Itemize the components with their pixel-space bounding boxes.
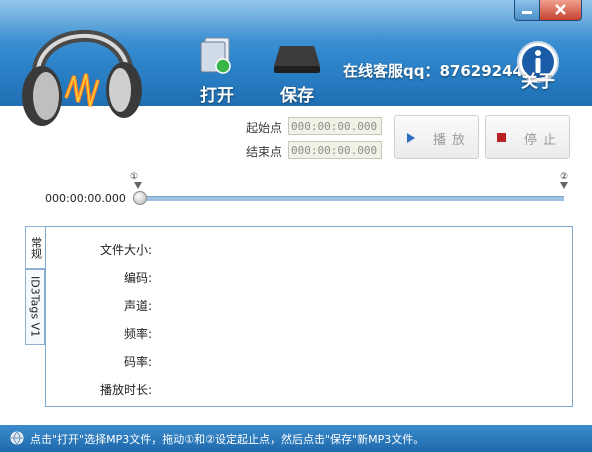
globe-icon — [10, 431, 24, 448]
current-time: 000:00:00.000 — [45, 192, 126, 205]
about-button[interactable]: 关于 — [514, 40, 562, 92]
channel-label: 声道: — [123, 299, 152, 313]
tab-id3tags-v1[interactable]: ID3Tags V1 — [25, 269, 45, 345]
end-marker[interactable]: ② — [560, 172, 568, 190]
close-button[interactable] — [539, 0, 582, 21]
start-marker[interactable]: ① — [130, 172, 142, 190]
frequency-label: 频率: — [123, 327, 152, 341]
minimize-button[interactable] — [514, 0, 540, 21]
online-service-text: 在线客服qq：876292449 — [343, 62, 534, 80]
app-window: 打开 保存 在线客服qq：876292449 关于 起始点 000:00:00.… — [0, 0, 592, 452]
encoding-label: 编码: — [123, 271, 152, 285]
play-button[interactable]: 播放 — [394, 115, 479, 159]
status-text: 点击"打开"选择MP3文件，拖动①和②设定起止点，然后点击"保存"新MP3文件。 — [30, 433, 425, 446]
seek-knob[interactable] — [133, 191, 147, 205]
seek-track[interactable] — [141, 196, 564, 201]
start-point-label: 起始点 — [246, 121, 283, 135]
headphones-logo-icon — [18, 18, 148, 128]
open-button[interactable]: 打开 — [188, 36, 246, 106]
end-point-field[interactable]: 000:00:00.000 — [288, 141, 382, 159]
marker-arrow-icon — [560, 182, 568, 189]
bitrate-label: 码率: — [123, 355, 152, 369]
open-label: 打开 — [200, 86, 234, 106]
status-bar: 点击"打开"选择MP3文件，拖动①和②设定起止点，然后点击"保存"新MP3文件。 — [0, 425, 592, 452]
tab-general[interactable]: 常规 — [25, 226, 45, 269]
open-file-icon — [188, 36, 246, 79]
marker-arrow-icon — [134, 182, 142, 189]
minimize-icon — [522, 11, 532, 14]
stop-label: 停止 — [524, 133, 563, 148]
end-marker-label: ② — [560, 172, 569, 182]
end-point-label: 结束点 — [246, 145, 283, 159]
file-size-label: 文件大小: — [99, 243, 152, 257]
stop-button[interactable]: 停止 — [485, 115, 570, 159]
duration-label: 播放时长: — [99, 383, 152, 397]
close-icon — [555, 4, 566, 15]
info-panel: 文件大小: 编码: 声道: 频率: 码率: 播放时长: — [45, 226, 573, 407]
about-label: 关于 — [521, 72, 555, 92]
start-point-field[interactable]: 000:00:00.000 — [288, 117, 382, 135]
play-icon — [407, 133, 415, 143]
save-button[interactable]: 保存 — [268, 44, 326, 106]
start-marker-label: ① — [130, 172, 139, 182]
save-drive-icon — [268, 44, 326, 79]
stop-icon — [497, 133, 506, 142]
play-label: 播放 — [433, 133, 472, 148]
save-label: 保存 — [280, 86, 314, 106]
